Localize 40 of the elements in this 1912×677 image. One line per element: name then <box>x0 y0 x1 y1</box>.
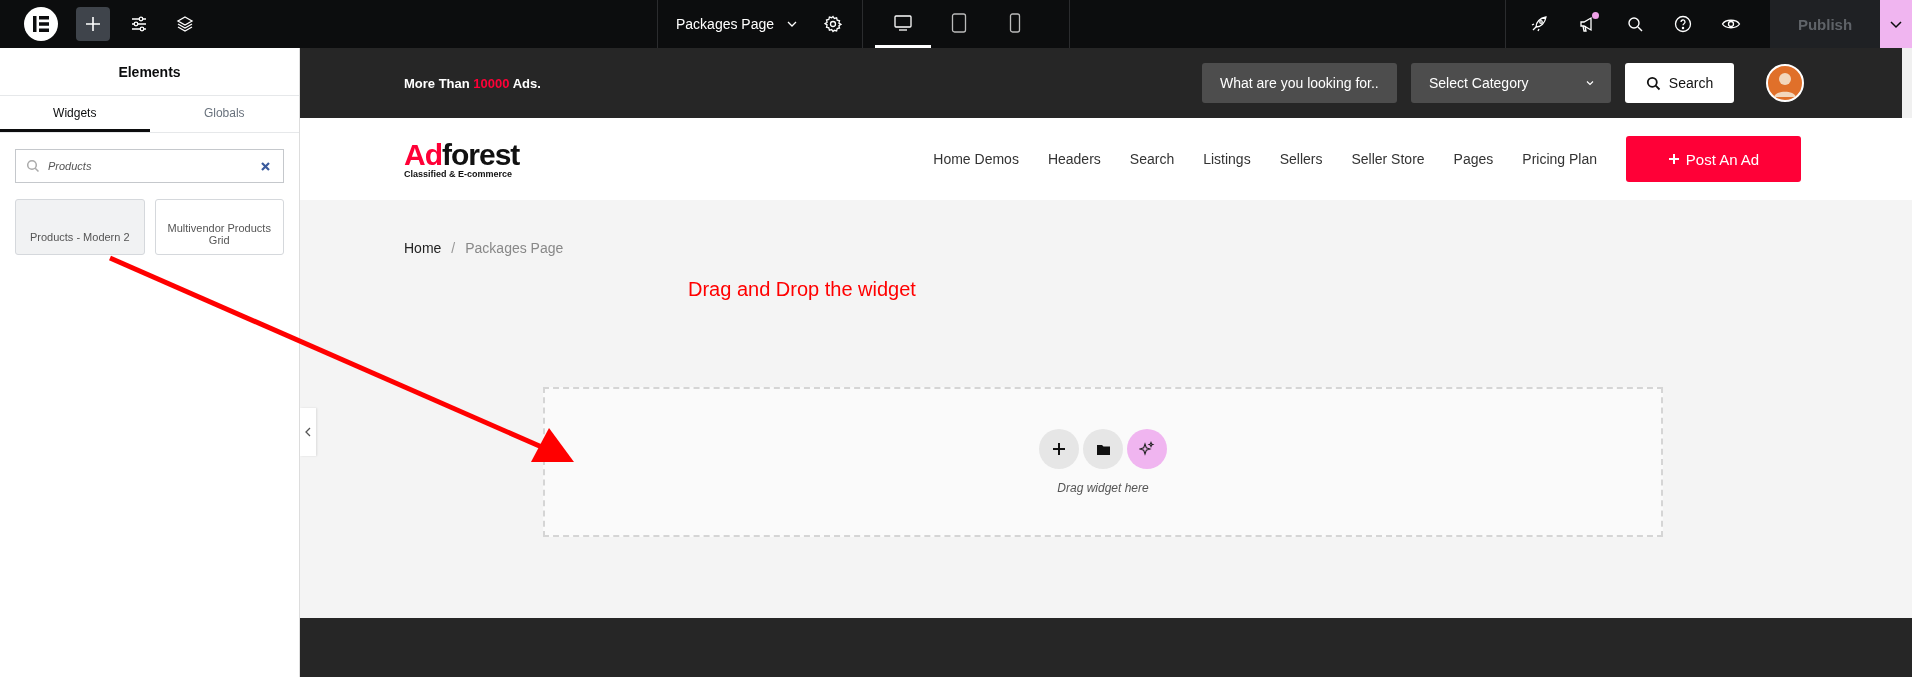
nav-link[interactable]: Seller Store <box>1351 151 1425 167</box>
annotation-text: Drag and Drop the widget <box>688 278 917 301</box>
chevron-left-icon <box>304 427 312 437</box>
nav-link[interactable]: Listings <box>1203 151 1251 167</box>
chevron-down-icon <box>1585 78 1595 88</box>
nav-link[interactable]: Pricing Plan <box>1522 151 1597 167</box>
breadcrumb-link[interactable]: Home <box>404 240 442 256</box>
tablet-icon <box>951 12 968 33</box>
panel-tab[interactable]: Widgets <box>0 96 150 132</box>
widget-search-field[interactable]: Products <box>15 149 284 183</box>
post-ad-button[interactable]: Post An Ad <box>1626 136 1801 182</box>
plus-icon <box>1667 153 1680 165</box>
ads-count-text: More Than 10000 Ads. <box>404 75 541 91</box>
search-icon <box>1645 75 1661 91</box>
panel-tab[interactable]: Globals <box>149 96 299 132</box>
elementor-logo-icon[interactable] <box>24 7 58 41</box>
widget-card[interactable]: Products - Modern 2 <box>15 199 145 255</box>
site-search-field[interactable]: What are you looking for.. <box>1202 63 1397 103</box>
breadcrumb-separator: / <box>451 240 456 256</box>
nav-link[interactable]: Headers <box>1047 151 1101 167</box>
site-logo[interactable]: Adforest Classified & E-commerce <box>404 139 520 179</box>
clear-icon[interactable] <box>260 160 271 172</box>
drop-zone[interactable]: Drag widget here <box>543 387 1663 537</box>
nav-link[interactable]: Search <box>1129 151 1175 167</box>
add-section-icon[interactable] <box>1039 429 1079 469</box>
mobile-icon <box>1009 12 1022 33</box>
add-element-icon[interactable] <box>76 7 110 41</box>
nav-link[interactable]: Pages <box>1453 151 1494 167</box>
panel-title: Elements <box>0 48 299 96</box>
nav-link[interactable]: Home Demos <box>933 151 1019 167</box>
category-select[interactable]: Select Category <box>1411 63 1611 103</box>
avatar-icon[interactable] <box>1766 64 1804 102</box>
sparkle-icon[interactable] <box>1127 429 1167 469</box>
desktop-icon <box>893 13 914 32</box>
search-icon <box>26 159 40 173</box>
site-search-button[interactable]: Search <box>1625 63 1734 103</box>
nav-link[interactable]: Sellers <box>1279 151 1323 167</box>
folder-icon[interactable] <box>1083 429 1123 469</box>
drop-hint: Drag widget here <box>1057 481 1149 495</box>
widget-card[interactable]: Multivendor Products Grid <box>154 199 284 255</box>
